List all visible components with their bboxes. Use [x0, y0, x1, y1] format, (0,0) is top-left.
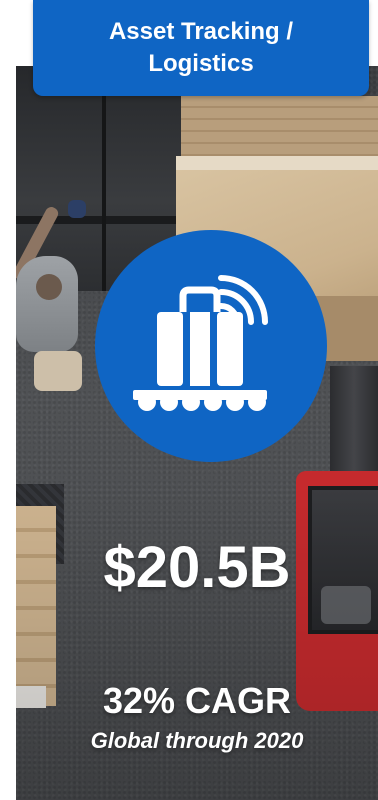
conveyor-roller [160, 393, 178, 411]
suitcase-center-panel [190, 312, 210, 386]
growth-scope: Global through 2020 [90, 728, 304, 753]
luggage-conveyor-wireless-icon [133, 275, 268, 411]
growth-rate: 32% CAGR [102, 680, 292, 721]
worker-body [16, 256, 78, 352]
market-value: $20.5B [103, 535, 291, 600]
worker-glove [68, 200, 86, 218]
conveyor-roller [182, 393, 200, 411]
icon-disc [95, 230, 327, 462]
conveyor-roller [248, 393, 266, 411]
header-title-line-1: Asset Tracking / [108, 18, 294, 45]
suitcase-left-panel [157, 312, 183, 386]
worker-legs [34, 351, 82, 391]
conveyor-roller [138, 393, 156, 411]
header-title-line-2: Logistics [148, 50, 254, 77]
suitcase-handle [179, 286, 221, 312]
header-banner: Asset Tracking / Logistics [33, 0, 369, 96]
conveyor-roller [204, 393, 222, 411]
worker-head [36, 274, 62, 300]
conveyor-roller [226, 393, 244, 411]
forklift-mast [330, 366, 378, 476]
